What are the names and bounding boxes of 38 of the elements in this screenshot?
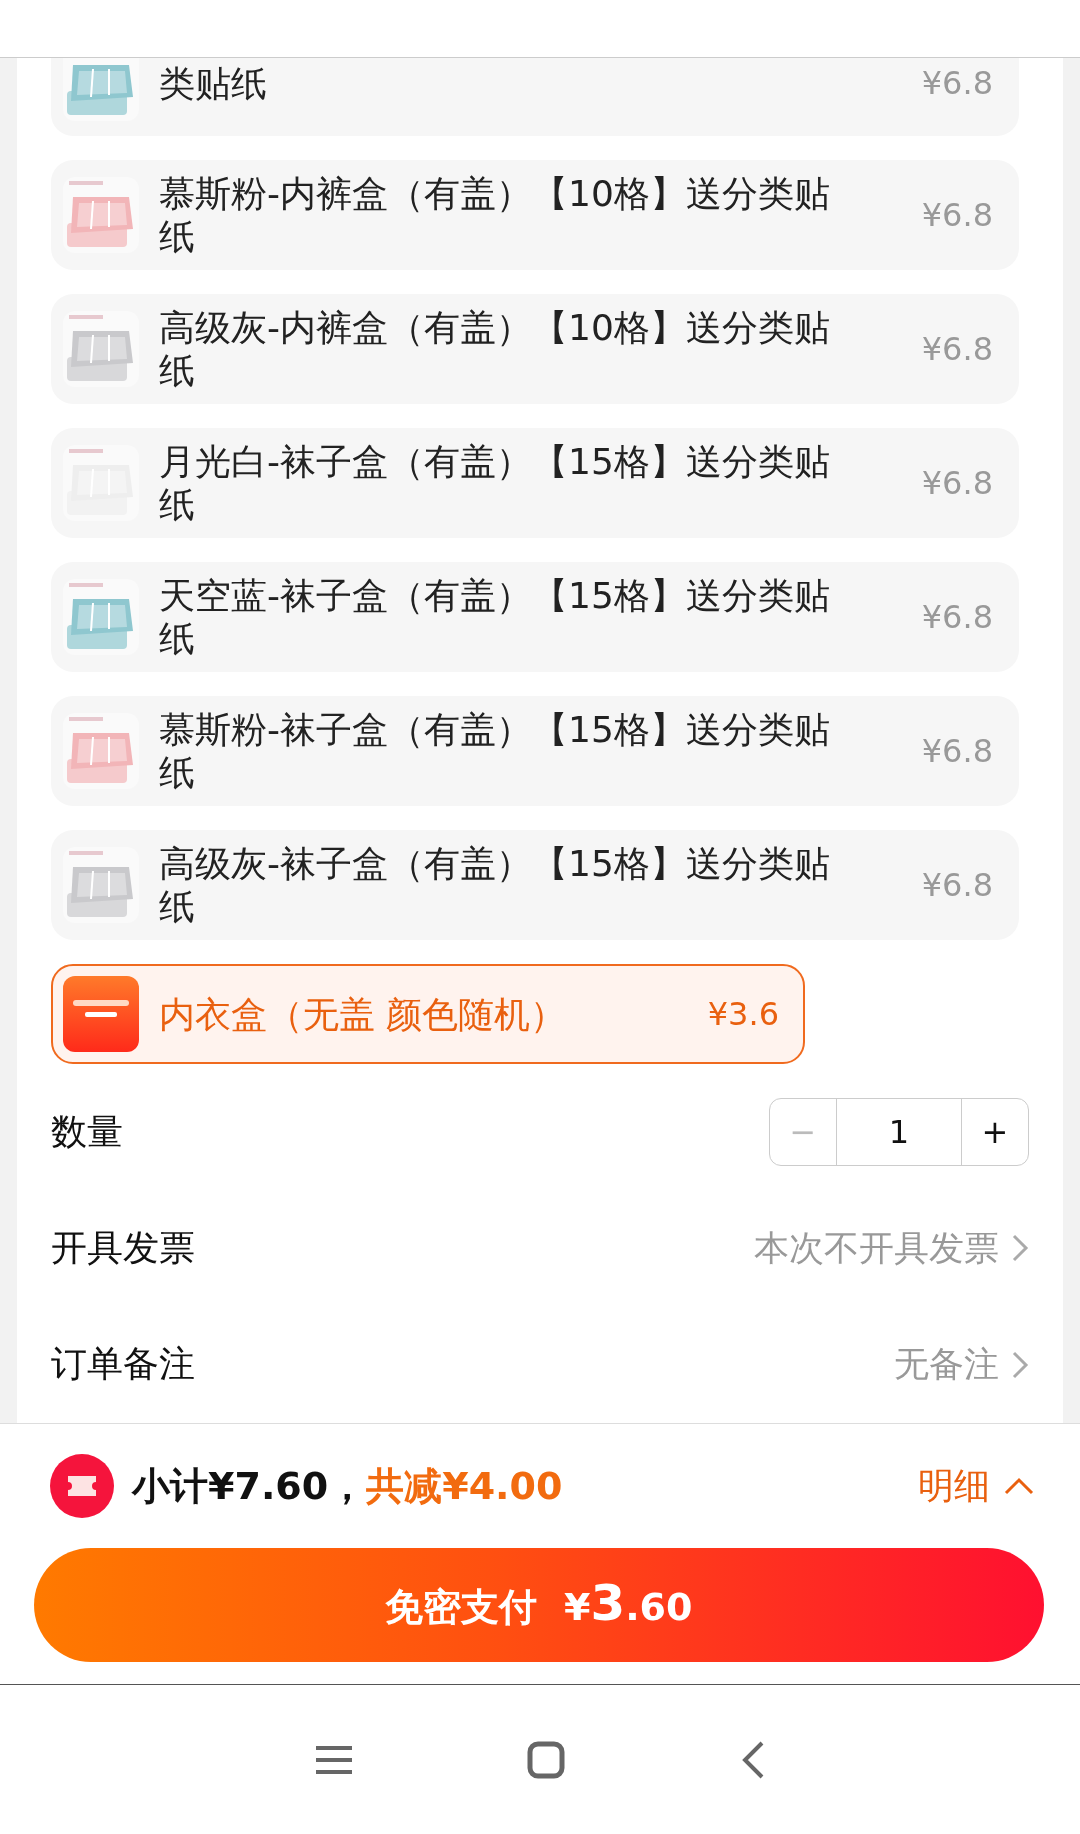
pay-button[interactable]: 免密支付 ¥3.60 xyxy=(34,1548,1044,1662)
subtotal-text: 小计¥7.60， xyxy=(132,1462,367,1510)
quantity-label: 数量 xyxy=(51,1109,123,1154)
option-name: 月光白-袜子盒（有盖）【15格】送分类贴纸 xyxy=(159,440,831,526)
option-name: 慕斯粉-袜子盒（有盖）【15格】送分类贴纸 xyxy=(159,708,831,794)
option-name: 天空蓝-袜子盒（有盖）【15格】送分类贴纸 xyxy=(159,574,831,660)
chevron-right-icon xyxy=(1011,1349,1029,1380)
option-card[interactable]: 高级灰-内裤盒（有盖）【10格】送分类贴纸 ¥6.8 xyxy=(51,294,1019,404)
option-name: 高级灰-内裤盒（有盖）【10格】送分类贴纸 xyxy=(159,306,831,392)
option-card[interactable]: 慕斯粉-内裤盒（有盖）【10格】送分类贴纸 ¥6.8 xyxy=(51,160,1019,270)
option-price: ¥6.8 xyxy=(921,732,993,770)
option-price: ¥6.8 xyxy=(921,330,993,368)
plus-button[interactable]: + xyxy=(962,1099,1028,1166)
option-name: 类贴纸 xyxy=(159,61,268,105)
option-price: ¥6.8 xyxy=(921,866,993,904)
option-card[interactable]: 慕斯粉-袜子盒（有盖）【15格】送分类贴纸 ¥6.8 xyxy=(51,696,1019,806)
option-name: 慕斯粉-内裤盒（有盖）【10格】送分类贴纸 xyxy=(159,172,831,258)
option-name: 内衣盒（无盖 颜色随机） xyxy=(159,992,568,1036)
option-price: ¥6.8 xyxy=(921,64,993,102)
option-price: ¥6.8 xyxy=(921,464,993,502)
option-card[interactable]: 类贴纸 ¥6.8 xyxy=(51,58,1019,136)
option-price: ¥6.8 xyxy=(921,598,993,636)
quantity-field[interactable]: 1 xyxy=(836,1099,962,1166)
coupon-icon xyxy=(50,1454,114,1518)
row-label: 订单备注 xyxy=(51,1342,195,1387)
option-card[interactable]: 天空蓝-袜子盒（有盖）【15格】送分类贴纸 ¥6.8 xyxy=(51,562,1019,672)
chevron-right-icon xyxy=(1011,1233,1029,1264)
option-price: ¥6.8 xyxy=(921,196,993,234)
menu-icon[interactable] xyxy=(315,1744,352,1775)
back-icon[interactable] xyxy=(740,1740,765,1779)
discount-text: 共减¥4.00 xyxy=(366,1462,563,1510)
option-price: ¥3.6 xyxy=(707,995,779,1033)
option-card[interactable]: 月光白-袜子盒（有盖）【15格】送分类贴纸 ¥6.8 xyxy=(51,428,1019,538)
row-label: 开具发票 xyxy=(51,1226,195,1270)
option-card[interactable]: 高级灰-袜子盒（有盖）【15格】送分类贴纸 ¥6.8 xyxy=(51,830,1019,940)
option-name: 高级灰-袜子盒（有盖）【15格】送分类贴纸 xyxy=(159,842,831,928)
chevron-up-icon xyxy=(1004,1477,1034,1495)
home-icon[interactable] xyxy=(527,1740,565,1779)
